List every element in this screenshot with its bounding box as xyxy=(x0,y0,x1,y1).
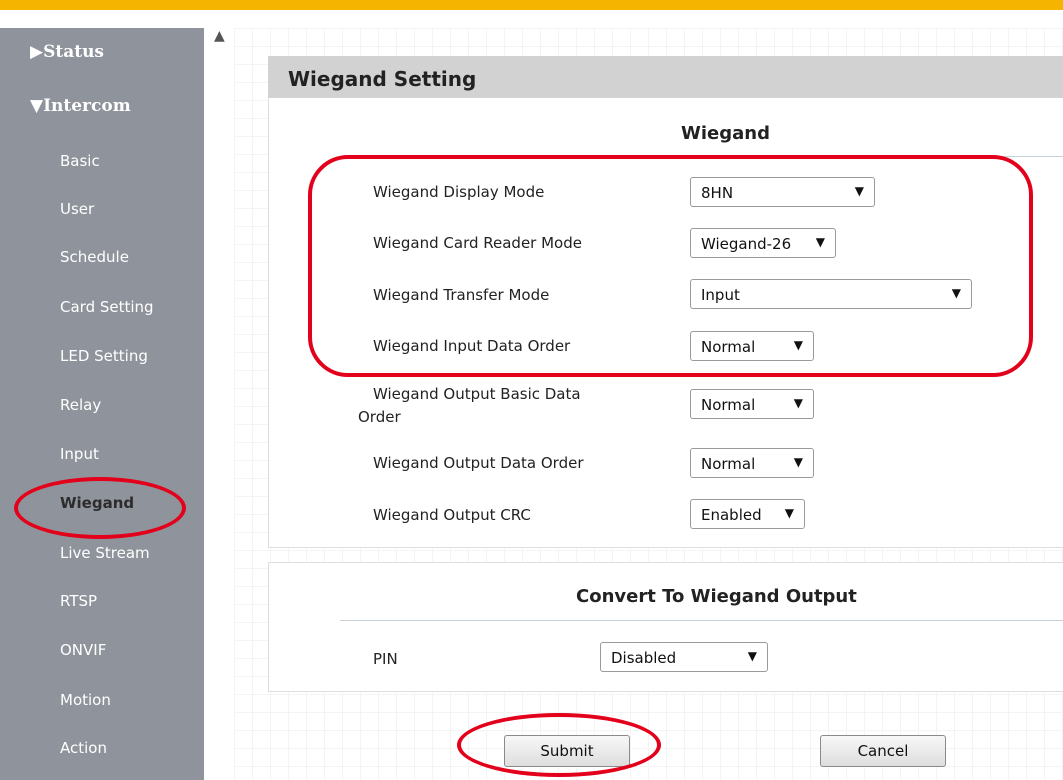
sidebar-section-intercom[interactable]: ▼Intercom xyxy=(30,96,131,116)
chevron-down-icon: ▼ xyxy=(793,455,803,469)
output-basic-data-order-select[interactable]: Normal ▼ xyxy=(690,389,814,419)
sidebar-item-user[interactable]: User xyxy=(60,200,94,218)
label-output-crc: Wiegand Output CRC xyxy=(373,506,531,524)
label-output-basic-data-order-line1: Wiegand Output Basic Data xyxy=(373,385,581,403)
page-title: Wiegand Setting xyxy=(288,67,477,91)
panel-header: Wiegand Setting xyxy=(268,56,1063,98)
scroll-up-icon[interactable]: ▲ xyxy=(214,28,225,44)
sidebar-item-live-stream[interactable]: Live Stream xyxy=(60,544,150,562)
sidebar-section-intercom-label: Intercom xyxy=(43,96,131,116)
label-pin: PIN xyxy=(373,650,398,668)
sidebar-item-schedule[interactable]: Schedule xyxy=(60,248,129,266)
sidebar-section-status-label: Status xyxy=(43,42,105,62)
annotation-highlight-submit xyxy=(457,713,661,777)
chevron-down-icon: ▼ xyxy=(784,506,794,520)
triangle-down-icon: ▼ xyxy=(30,96,44,116)
section-title-wiegand: Wiegand xyxy=(681,123,770,144)
output-basic-data-order-value: Normal xyxy=(701,396,756,414)
label-output-data-order: Wiegand Output Data Order xyxy=(373,454,584,472)
output-data-order-select[interactable]: Normal ▼ xyxy=(690,448,814,478)
sidebar-item-action[interactable]: Action xyxy=(60,739,107,757)
sidebar-item-motion[interactable]: Motion xyxy=(60,691,111,709)
sidebar-item-relay[interactable]: Relay xyxy=(60,396,101,414)
pin-select[interactable]: Disabled ▼ xyxy=(600,642,768,672)
sidebar-item-input[interactable]: Input xyxy=(60,445,99,463)
sidebar: ▶Status ▼Intercom Basic User Schedule Ca… xyxy=(0,28,204,780)
output-crc-value: Enabled xyxy=(701,506,762,524)
chevron-down-icon: ▼ xyxy=(793,396,803,410)
output-data-order-value: Normal xyxy=(701,455,756,473)
sidebar-item-basic[interactable]: Basic xyxy=(60,152,100,170)
chevron-down-icon: ▼ xyxy=(747,649,757,663)
sidebar-scrollbar[interactable] xyxy=(204,28,234,780)
convert-divider xyxy=(340,620,1063,621)
cancel-button[interactable]: Cancel xyxy=(820,735,946,767)
sidebar-item-onvif[interactable]: ONVIF xyxy=(60,641,106,659)
output-crc-select[interactable]: Enabled ▼ xyxy=(690,499,805,529)
convert-wiegand-panel xyxy=(268,562,1063,692)
top-accent-bar xyxy=(0,0,1063,10)
annotation-highlight-wiegand-nav xyxy=(14,477,186,539)
pin-value: Disabled xyxy=(611,649,677,667)
section-title-convert: Convert To Wiegand Output xyxy=(576,586,857,607)
sidebar-item-rtsp[interactable]: RTSP xyxy=(60,592,97,610)
sidebar-section-status[interactable]: ▶Status xyxy=(30,42,104,62)
accent-stripe xyxy=(0,0,1063,10)
annotation-highlight-rows xyxy=(308,155,1033,377)
triangle-right-icon: ▶ xyxy=(30,42,44,62)
sidebar-item-card-setting[interactable]: Card Setting xyxy=(60,298,154,316)
label-output-basic-data-order-line2: Order xyxy=(358,408,401,426)
sidebar-item-led-setting[interactable]: LED Setting xyxy=(60,347,148,365)
